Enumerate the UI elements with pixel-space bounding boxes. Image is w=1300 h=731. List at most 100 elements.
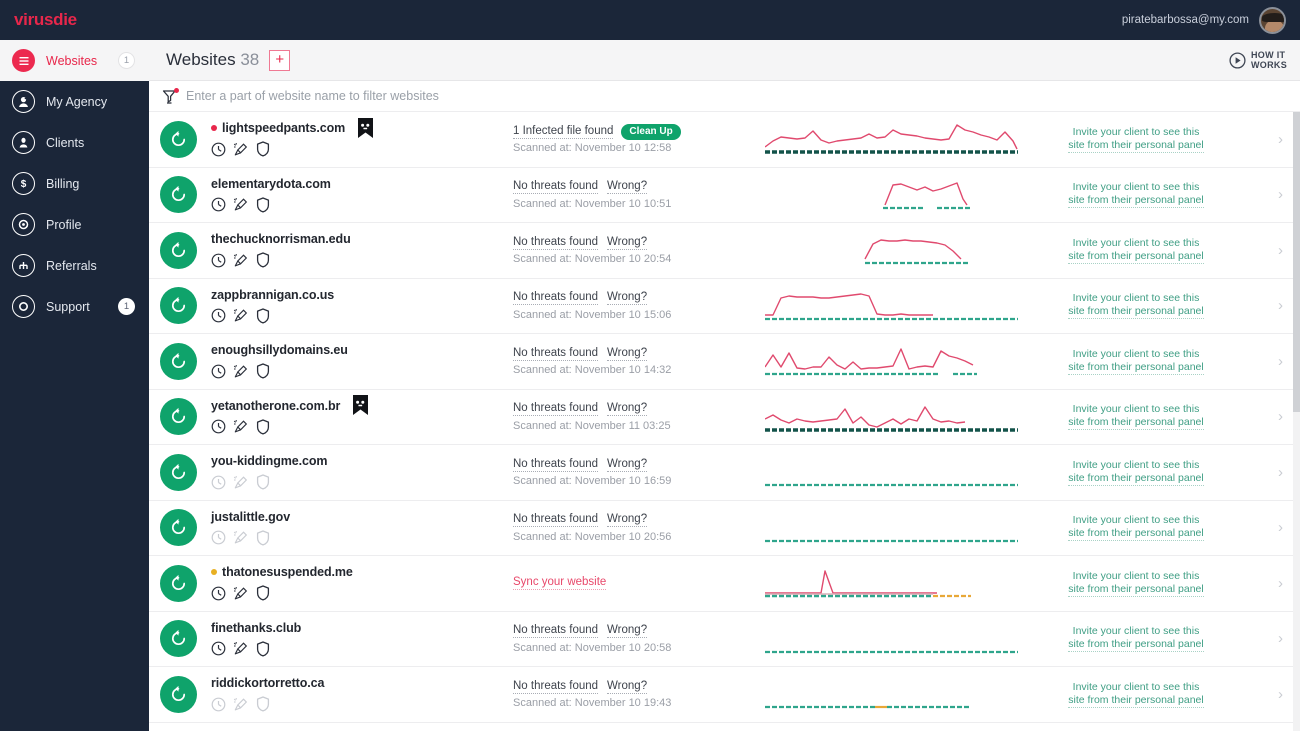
site-name[interactable]: riddickortorretto.ca xyxy=(211,676,324,690)
shield-icon[interactable] xyxy=(256,308,270,324)
shield-icon[interactable] xyxy=(256,641,270,657)
shield-icon[interactable] xyxy=(256,419,270,435)
shield-icon[interactable] xyxy=(256,141,270,157)
site-name[interactable]: yetanotherone.com.br xyxy=(211,399,340,413)
report-wrong-link[interactable]: Wrong? xyxy=(607,347,648,361)
chevron-right-icon[interactable]: › xyxy=(1278,186,1283,203)
shield-icon[interactable] xyxy=(256,363,270,379)
scrollbar-thumb[interactable] xyxy=(1293,112,1300,412)
clock-icon[interactable] xyxy=(211,419,226,434)
website-row[interactable]: you-kiddingme.com No threats found Wrong?… xyxy=(149,445,1300,501)
threat-status[interactable]: No threats found xyxy=(513,458,599,472)
sidebar-item-referrals[interactable]: Referrals xyxy=(0,245,149,286)
report-wrong-link[interactable]: Wrong? xyxy=(607,624,648,639)
invite-client-link[interactable]: Invite your client to see this site from… xyxy=(1068,459,1204,486)
site-name[interactable]: justalittle.gov xyxy=(211,510,290,524)
brush-icon[interactable] xyxy=(233,308,249,323)
user-email[interactable]: piratebarbossa@my.com xyxy=(1122,14,1249,26)
site-name[interactable]: you-kiddingme.com xyxy=(211,454,327,468)
rescan-button[interactable] xyxy=(160,564,197,602)
brush-icon[interactable] xyxy=(233,641,249,656)
brush-icon[interactable] xyxy=(233,475,249,490)
clock-icon[interactable] xyxy=(211,530,226,545)
threat-status[interactable]: No threats found xyxy=(513,624,599,639)
brush-icon[interactable] xyxy=(233,586,249,601)
brush-icon[interactable] xyxy=(233,253,249,268)
chevron-right-icon[interactable]: › xyxy=(1278,131,1283,148)
invite-client-link[interactable]: Invite your client to see this site from… xyxy=(1068,348,1204,375)
shield-icon[interactable] xyxy=(256,197,270,213)
sidebar-item-websites[interactable]: Websites 1 xyxy=(0,40,149,81)
clock-icon[interactable] xyxy=(211,697,226,712)
report-wrong-link[interactable]: Wrong? xyxy=(607,513,648,528)
sidebar-item-clients[interactable]: Clients xyxy=(0,122,149,163)
site-name[interactable]: enoughsillydomains.eu xyxy=(211,343,348,357)
chevron-right-icon[interactable]: › xyxy=(1278,297,1283,314)
clock-icon[interactable] xyxy=(211,253,226,268)
rescan-button[interactable] xyxy=(160,231,197,269)
site-name[interactable]: thatonesuspended.me xyxy=(222,565,353,579)
sidebar-item-profile[interactable]: Profile xyxy=(0,204,149,245)
website-row[interactable]: elementarydota.com No threats found Wrong… xyxy=(149,168,1300,223)
scrollbar[interactable] xyxy=(1293,112,1300,731)
threat-status[interactable]: 1 Infected file found xyxy=(513,125,614,139)
website-row[interactable]: thechucknorrisman.edu No threats found Wr… xyxy=(149,223,1300,279)
website-row[interactable]: enoughsillydomains.eu No threats found Wr… xyxy=(149,334,1300,390)
report-wrong-link[interactable]: Wrong? xyxy=(607,402,648,417)
app-logo[interactable]: virusdie xyxy=(14,10,77,30)
site-name[interactable]: finethanks.club xyxy=(211,621,301,635)
sync-website-link[interactable]: Sync your website xyxy=(513,576,607,591)
clock-icon[interactable] xyxy=(211,197,226,212)
rescan-button[interactable] xyxy=(160,342,197,380)
brush-icon[interactable] xyxy=(233,142,249,157)
avatar[interactable] xyxy=(1259,6,1286,34)
site-name[interactable]: zappbrannigan.co.us xyxy=(211,288,334,302)
brush-icon[interactable] xyxy=(233,197,249,212)
invite-client-link[interactable]: Invite your client to see this site from… xyxy=(1068,126,1204,153)
brush-icon[interactable] xyxy=(233,364,249,379)
rescan-button[interactable] xyxy=(160,675,197,713)
chevron-right-icon[interactable]: › xyxy=(1278,464,1283,481)
website-row[interactable]: thatonesuspended.me Sync your website In… xyxy=(149,556,1300,612)
website-row[interactable]: zappbrannigan.co.us No threats found Wron… xyxy=(149,279,1300,334)
invite-client-link[interactable]: Invite your client to see this site from… xyxy=(1068,181,1204,209)
clean-up-button[interactable]: Clean Up xyxy=(621,123,681,140)
shield-icon[interactable] xyxy=(256,530,270,546)
clock-icon[interactable] xyxy=(211,142,226,157)
rescan-button[interactable] xyxy=(160,509,197,547)
rescan-button[interactable] xyxy=(160,287,197,325)
threat-status[interactable]: No threats found xyxy=(513,513,599,528)
chevron-right-icon[interactable]: › xyxy=(1278,408,1283,425)
rescan-button[interactable] xyxy=(160,453,197,491)
threat-status[interactable]: No threats found xyxy=(513,236,599,250)
threat-status[interactable]: No threats found xyxy=(513,291,599,306)
chevron-right-icon[interactable]: › xyxy=(1278,353,1283,370)
shield-icon[interactable] xyxy=(256,696,270,712)
invite-client-link[interactable]: Invite your client to see this site from… xyxy=(1068,292,1204,320)
chevron-right-icon[interactable]: › xyxy=(1278,630,1283,647)
search-input[interactable] xyxy=(186,89,686,103)
clock-icon[interactable] xyxy=(211,641,226,656)
threat-status[interactable]: No threats found xyxy=(513,347,599,361)
threat-status[interactable]: No threats found xyxy=(513,180,599,195)
website-row[interactable]: riddickortorretto.ca No threats found Wro… xyxy=(149,667,1300,723)
shield-icon[interactable] xyxy=(256,474,270,490)
report-wrong-link[interactable]: Wrong? xyxy=(607,291,648,306)
website-row[interactable]: finethanks.club No threats found Wrong? S… xyxy=(149,612,1300,667)
website-row[interactable]: yetanotherone.com.br No threats foundWr xyxy=(149,390,1300,445)
sidebar-item-support[interactable]: Support 1 xyxy=(0,286,149,327)
report-wrong-link[interactable]: Wrong? xyxy=(607,180,648,195)
rescan-button[interactable] xyxy=(160,120,197,158)
brush-icon[interactable] xyxy=(233,697,249,712)
site-name[interactable]: thechucknorrisman.edu xyxy=(211,232,351,246)
report-wrong-link[interactable]: Wrong? xyxy=(607,680,648,694)
invite-client-link[interactable]: Invite your client to see this site from… xyxy=(1068,403,1204,431)
invite-client-link[interactable]: Invite your client to see this site from… xyxy=(1068,681,1204,708)
site-name[interactable]: elementarydota.com xyxy=(211,177,331,191)
sidebar-item-billing[interactable]: $ Billing xyxy=(0,163,149,204)
website-row[interactable]: justalittle.gov No threats found Wrong? S… xyxy=(149,501,1300,556)
chevron-right-icon[interactable]: › xyxy=(1278,686,1283,703)
rescan-button[interactable] xyxy=(160,398,197,436)
chevron-right-icon[interactable]: › xyxy=(1278,519,1283,536)
report-wrong-link[interactable]: Wrong? xyxy=(607,236,648,250)
